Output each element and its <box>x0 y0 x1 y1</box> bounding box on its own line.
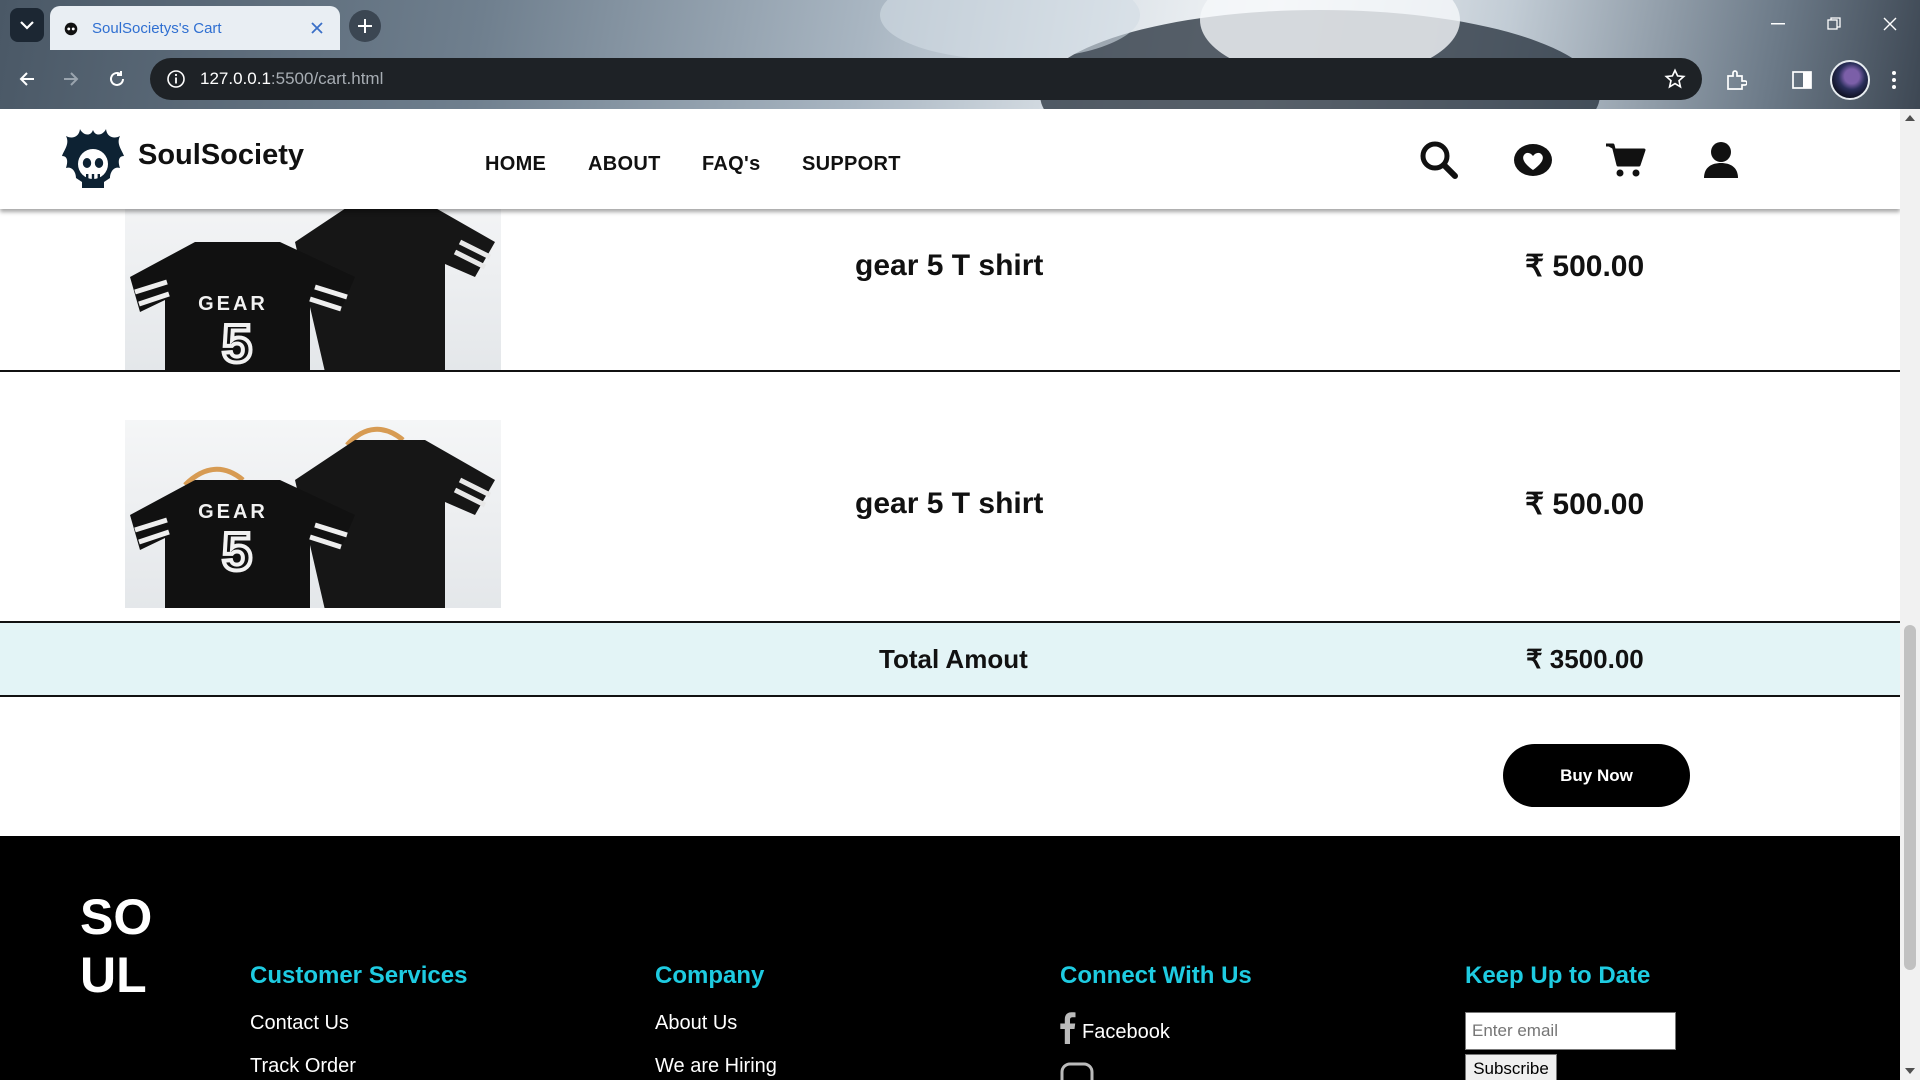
svg-text:GEAR: GEAR <box>198 293 268 315</box>
nav-home[interactable]: HOME <box>485 153 546 176</box>
footer-heading: Connect With Us <box>1060 962 1252 989</box>
logo-skull-icon[interactable] <box>60 126 126 192</box>
nav-about[interactable]: ABOUT <box>588 153 661 176</box>
profile-avatar[interactable] <box>1830 60 1870 100</box>
favicon-icon <box>64 22 78 36</box>
total-amount: ₹ 3500.00 <box>1526 644 1644 674</box>
browser-chrome: SoulSocietys's Cart 127.0.0.1:5500/cart.… <box>0 0 1920 109</box>
svg-text:5: 5 <box>222 522 252 582</box>
page-scrollbar[interactable] <box>1900 109 1920 1080</box>
footer-heading: Customer Services <box>250 962 468 989</box>
total-row: Total Amout ₹ 3500.00 <box>0 621 1900 697</box>
minimize-button[interactable] <box>1750 0 1806 48</box>
instagram-icon[interactable] <box>1060 1062 1094 1080</box>
site-header: SoulSociety HOME ABOUT FAQ's SUPPORT <box>0 109 1900 209</box>
buy-now-button[interactable]: Buy Now <box>1503 744 1690 807</box>
nav-faqs[interactable]: FAQ's <box>702 153 761 176</box>
browser-tab[interactable]: SoulSocietys's Cart <box>50 6 340 50</box>
scroll-up-icon[interactable] <box>1905 115 1915 121</box>
svg-text:UL: UL <box>80 947 147 1002</box>
site-info-icon[interactable] <box>166 69 186 89</box>
product-price: ₹ 500.00 <box>1525 488 1645 521</box>
close-window-button[interactable] <box>1862 0 1918 48</box>
email-input[interactable] <box>1465 1012 1676 1050</box>
side-panel-icon[interactable] <box>1786 64 1818 96</box>
footer-connect: Connect With Us Facebook <box>1060 962 1252 1080</box>
reload-icon[interactable] <box>102 64 132 94</box>
footer-link-track-order[interactable]: Track Order <box>250 1055 467 1078</box>
tab-search-button[interactable] <box>10 8 44 42</box>
product-image[interactable]: GEAR 5 <box>125 182 501 370</box>
product-price: ₹ 500.00 <box>1525 250 1645 283</box>
total-label: Total Amout <box>879 644 1028 674</box>
facebook-icon <box>1060 1012 1076 1044</box>
cart-item-row: GEAR 5 gear 5 T shirt ₹ 500.00 <box>0 372 1900 621</box>
footer-heading: Company <box>655 962 765 989</box>
back-arrow-icon[interactable] <box>12 64 42 94</box>
scrollbar-thumb[interactable] <box>1904 625 1916 970</box>
product-name: gear 5 T shirt <box>855 487 1044 520</box>
product-image[interactable]: GEAR 5 <box>125 420 501 608</box>
product-name: gear 5 T shirt <box>855 249 1044 282</box>
svg-text:GEAR: GEAR <box>198 501 268 523</box>
url-text: 127.0.0.1:5500/cart.html <box>200 69 384 88</box>
svg-text:5: 5 <box>222 314 252 370</box>
nav-support[interactable]: SUPPORT <box>802 153 901 176</box>
svg-text:SO: SO <box>80 892 152 945</box>
restore-button[interactable] <box>1806 0 1862 48</box>
cart-icon[interactable] <box>1605 139 1647 181</box>
footer-customer-services: Customer Services Contact Us Track Order <box>250 962 467 1080</box>
address-bar[interactable]: 127.0.0.1:5500/cart.html <box>150 58 1702 100</box>
scroll-down-icon[interactable] <box>1905 1068 1915 1074</box>
footer-link-facebook[interactable]: Facebook <box>1060 1012 1252 1044</box>
footer-newsletter: Keep Up to Date Subscribe <box>1465 962 1676 1080</box>
brand-name[interactable]: SoulSociety <box>138 139 304 172</box>
footer-heading: Keep Up to Date <box>1465 962 1651 989</box>
extensions-icon[interactable] <box>1720 64 1752 96</box>
tab-close-icon[interactable] <box>306 17 328 39</box>
footer-link-we-are-hiring[interactable]: We are Hiring <box>655 1055 777 1078</box>
site-footer: SO UL Customer Services Contact Us Track… <box>0 836 1900 1080</box>
browser-menu-icon[interactable] <box>1878 64 1910 96</box>
page-content: SoulSociety HOME ABOUT FAQ's SUPPORT GEA… <box>0 109 1900 1080</box>
footer-link-contact-us[interactable]: Contact Us <box>250 1012 467 1035</box>
forward-arrow-icon[interactable] <box>56 64 86 94</box>
search-icon[interactable] <box>1418 139 1460 181</box>
bookmark-star-icon[interactable] <box>1664 68 1686 90</box>
heart-icon[interactable] <box>1512 139 1554 181</box>
footer-link-about-us[interactable]: About Us <box>655 1012 777 1035</box>
new-tab-button[interactable] <box>349 10 381 42</box>
footer-company: Company About Us We are Hiring <box>655 962 777 1080</box>
user-icon[interactable] <box>1700 139 1742 181</box>
subscribe-button[interactable]: Subscribe <box>1465 1054 1557 1080</box>
footer-logo[interactable]: SO UL <box>80 892 160 1002</box>
tab-title: SoulSocietys's Cart <box>92 19 222 37</box>
